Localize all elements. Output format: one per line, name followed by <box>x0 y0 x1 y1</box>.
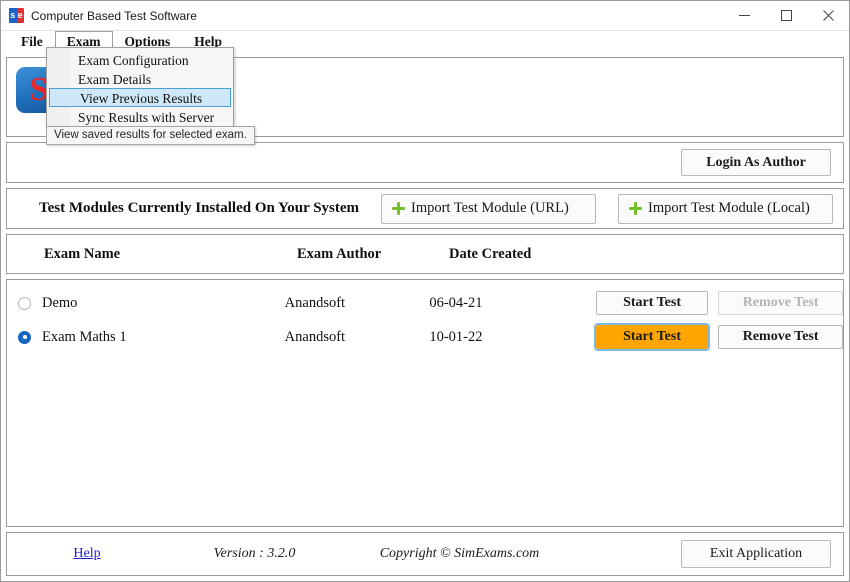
menu-tooltip: View saved results for selected exam. <box>46 126 255 145</box>
menu-item-exam-details[interactable]: Exam Details <box>47 69 233 88</box>
cell-date-created: 10-01-22 <box>429 329 596 346</box>
import-local-label: Import Test Module (Local) <box>648 200 810 217</box>
start-test-button[interactable]: Start Test <box>596 325 708 349</box>
column-header-exam-name: Exam Name <box>7 246 297 263</box>
app-window: s e Computer Based Test Software File Ex… <box>0 0 850 582</box>
exam-list: Demo Anandsoft 06-04-21 Start Test Remov… <box>6 279 844 527</box>
cell-exam-name: Demo <box>42 295 285 312</box>
plus-icon <box>629 202 642 215</box>
footer-panel: Help Version : 3.2.0 Copyright © SimExam… <box>6 532 844 576</box>
table-row[interactable]: Exam Maths 1 Anandsoft 10-01-22 Start Te… <box>7 320 843 354</box>
version-label: Version : 3.2.0 <box>167 546 342 562</box>
exam-select-radio[interactable] <box>18 331 31 344</box>
maximize-icon[interactable] <box>765 1 807 30</box>
close-icon[interactable] <box>807 1 849 30</box>
login-bar-panel: Login As Author <box>6 142 844 183</box>
cell-exam-author: Anandsoft <box>285 329 430 346</box>
cell-exam-author: Anandsoft <box>285 295 430 312</box>
help-link[interactable]: Help <box>7 546 167 562</box>
import-test-module-local-button[interactable]: Import Test Module (Local) <box>618 194 833 224</box>
window-title: Computer Based Test Software <box>31 9 723 23</box>
modules-title: Test Modules Currently Installed On Your… <box>39 200 359 217</box>
minimize-icon[interactable] <box>723 1 765 30</box>
menu-item-exam-configuration[interactable]: Exam Configuration <box>47 50 233 69</box>
table-row[interactable]: Demo Anandsoft 06-04-21 Start Test Remov… <box>7 286 843 320</box>
modules-bar-panel: Test Modules Currently Installed On Your… <box>6 188 844 229</box>
cell-exam-name: Exam Maths 1 <box>42 329 285 346</box>
exam-menu-dropdown: Exam Configuration Exam Details View Pre… <box>46 47 234 129</box>
login-as-author-button[interactable]: Login As Author <box>681 149 831 176</box>
import-test-module-url-button[interactable]: Import Test Module (URL) <box>381 194 596 224</box>
menu-item-sync-results-with-server[interactable]: Sync Results with Server <box>47 107 233 126</box>
copyright-label: Copyright © SimExams.com <box>342 546 577 562</box>
menu-item-view-previous-results[interactable]: View Previous Results <box>49 88 231 107</box>
app-icon-left-letter: s <box>9 8 17 23</box>
app-icon-right-letter: e <box>17 8 25 23</box>
app-icon: s e <box>9 8 24 23</box>
column-header-date-created: Date Created <box>449 246 624 263</box>
remove-test-button: Remove Test <box>718 291 843 315</box>
window-controls <box>723 1 849 30</box>
column-header-exam-author: Exam Author <box>297 246 449 263</box>
exit-application-button[interactable]: Exit Application <box>681 540 831 568</box>
title-bar: s e Computer Based Test Software <box>1 1 849 31</box>
exam-select-radio[interactable] <box>18 297 31 310</box>
remove-test-button[interactable]: Remove Test <box>718 325 843 349</box>
import-url-label: Import Test Module (URL) <box>411 200 569 217</box>
cell-date-created: 06-04-21 <box>429 295 596 312</box>
start-test-button[interactable]: Start Test <box>596 291 708 315</box>
plus-icon <box>392 202 405 215</box>
table-header: Exam Name Exam Author Date Created <box>6 234 844 274</box>
